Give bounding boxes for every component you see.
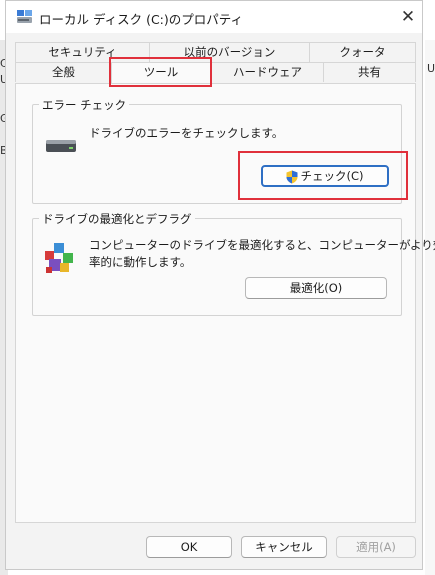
tab-previous-versions[interactable]: 以前のバージョン [149,42,309,62]
optimize-description-line2: 率的に動作します。 [89,255,192,269]
optimize-description: コンピューターのドライブを最適化すると、コンピューターがより効 率的に動作します… [89,237,435,271]
close-icon: ✕ [400,7,416,27]
uac-shield-icon [286,170,298,183]
tools-tab-panel: エラー チェック ドライブのエラーをチェックします。 チェック(C) ドライブの… [15,83,435,523]
tab-quota[interactable]: クォータ [309,42,416,62]
close-button[interactable]: ✕ [394,2,422,32]
tab-sharing[interactable]: 共有 [323,62,416,82]
tab-tools[interactable]: ツール [111,62,211,84]
check-button[interactable]: チェック(C) [261,165,389,187]
background-window-right: U [425,40,435,575]
error-check-group: エラー チェック ドライブのエラーをチェックします。 チェック(C) [32,97,402,204]
error-check-title: エラー チェック [39,97,130,113]
ok-button[interactable]: OK [146,536,232,558]
optimize-button[interactable]: 最適化(O) [245,277,387,299]
defrag-icon [45,243,73,273]
hard-drive-icon [46,140,76,152]
drive-properties-icon [17,10,32,23]
check-button-label: チェック(C) [300,169,364,183]
background-fragment: U [427,62,435,75]
title-bar[interactable]: ローカル ディスク (C:)のプロパティ ✕ [6,1,422,33]
tab-row-front: 全般 ツール ハードウェア 共有 [15,62,416,84]
cancel-button[interactable]: キャンセル [241,536,327,558]
tab-security[interactable]: セキュリティ [15,42,149,62]
optimize-title: ドライブの最適化とデフラグ [39,211,195,227]
window-title: ローカル ディスク (C:)のプロパティ [39,12,244,27]
tab-row-back: セキュリティ 以前のバージョン クォータ [15,42,416,62]
tab-general[interactable]: 全般 [15,62,111,82]
optimize-description-line1: コンピューターのドライブを最適化すると、コンピューターがより効 [89,238,435,252]
error-check-description: ドライブのエラーをチェックします。 [89,126,284,140]
apply-button[interactable]: 適用(A) [336,536,416,558]
optimize-group: ドライブの最適化とデフラグ コンピューターのドライブを最適化すると、コンピュータ… [32,211,435,316]
properties-dialog: ローカル ディスク (C:)のプロパティ ✕ セキュリティ 以前のバージョン ク… [5,0,435,570]
tab-hardware[interactable]: ハードウェア [211,62,323,82]
